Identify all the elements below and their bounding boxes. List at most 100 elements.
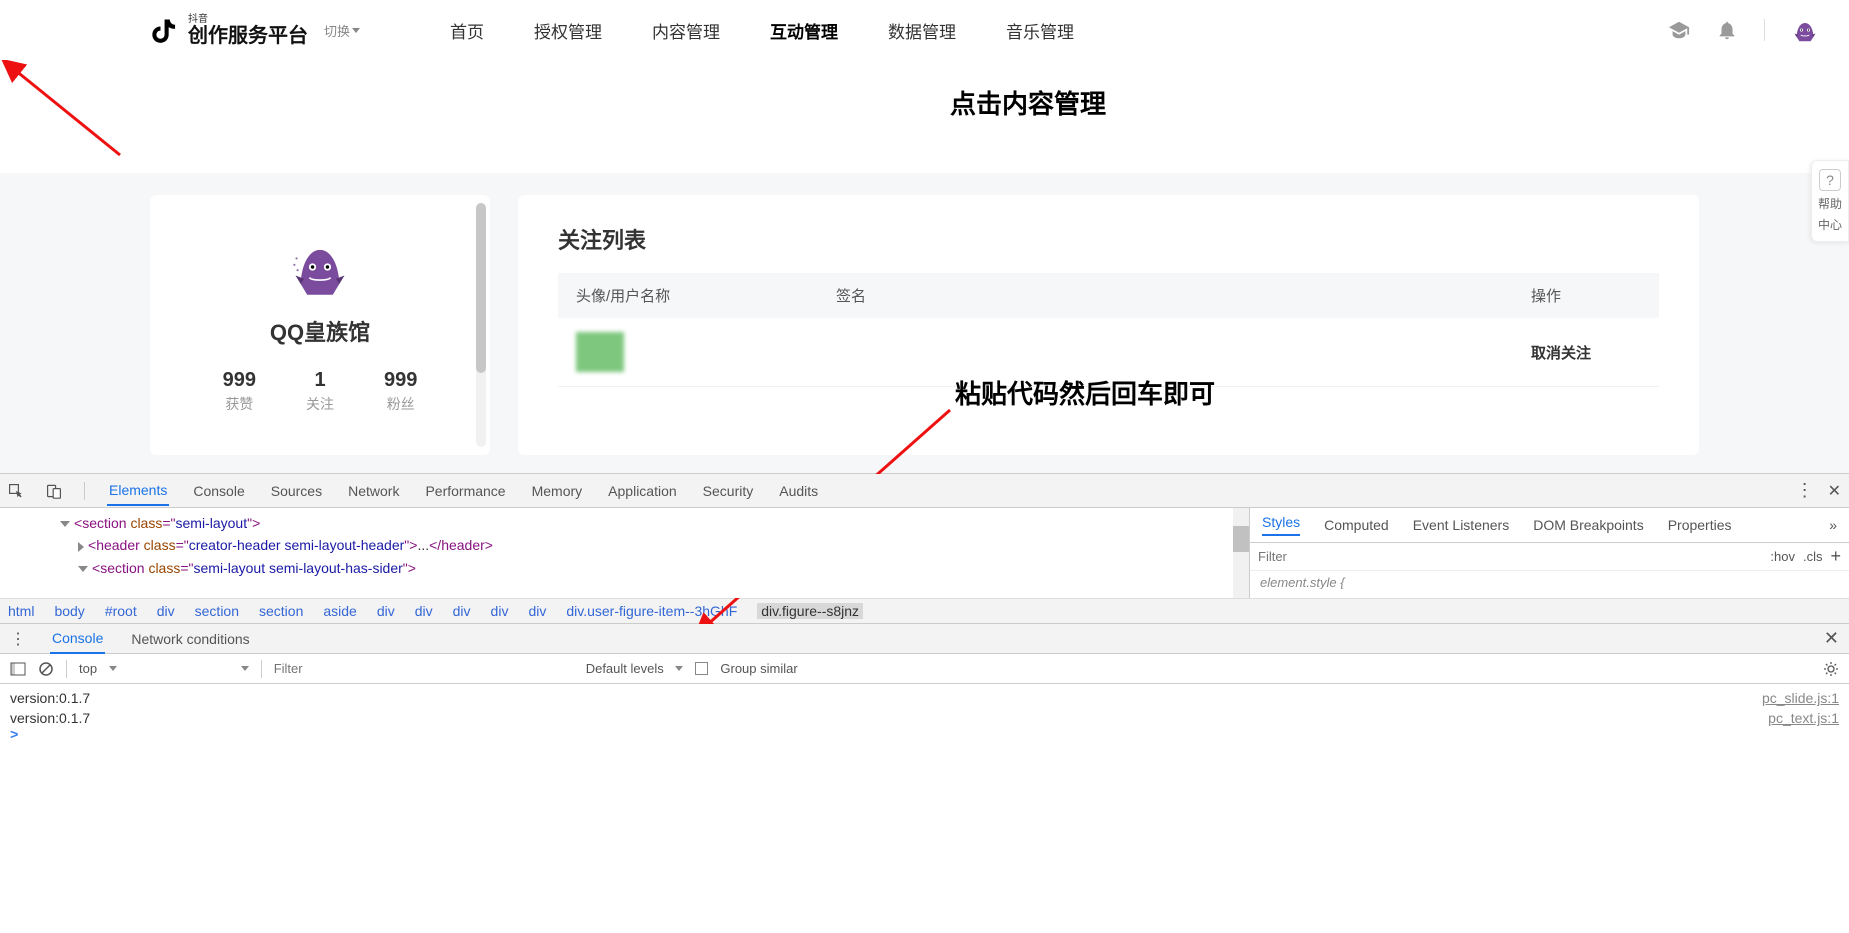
dom-tree[interactable]: <section class="semi-layout"> <header cl… (0, 508, 1249, 598)
help-icon: ? (1819, 169, 1841, 191)
devtools: Elements Console Sources Network Perform… (0, 473, 1849, 933)
stat-followers: 999粉丝 (384, 369, 417, 414)
console-filter-input[interactable] (274, 661, 574, 676)
nav-auth[interactable]: 授权管理 (534, 18, 602, 43)
crumb[interactable]: div (377, 603, 395, 619)
logo-big-text: 创作服务平台 (188, 25, 308, 47)
bell-icon[interactable] (1716, 19, 1738, 41)
unfollow-button[interactable]: 取消关注 (1531, 342, 1641, 363)
tab-elements[interactable]: Elements (107, 476, 169, 506)
nav-data[interactable]: 数据管理 (888, 18, 956, 43)
console-settings-icon[interactable] (1823, 661, 1839, 677)
devtools-tabs: Elements Console Sources Network Perform… (0, 474, 1849, 508)
col-action: 操作 (1531, 285, 1641, 306)
profile-scrollbar[interactable] (476, 203, 486, 447)
console-toolbar: top Default levels Group similar (0, 654, 1849, 684)
tab-security[interactable]: Security (701, 477, 756, 505)
crumb[interactable]: section (195, 603, 239, 619)
tab-audits[interactable]: Audits (777, 477, 820, 505)
arrow-top-icon (0, 60, 140, 170)
styles-more-icon[interactable]: » (1829, 517, 1837, 533)
header-right (1668, 16, 1819, 44)
styles-filter-input[interactable] (1258, 549, 1762, 564)
drawer-kebab-icon[interactable]: ⋮ (10, 629, 26, 649)
styles-body[interactable]: element.style { (1250, 571, 1849, 589)
crumb[interactable]: #root (105, 603, 137, 619)
user-avatar-small[interactable] (1791, 16, 1819, 44)
crumb[interactable]: div (415, 603, 433, 619)
tab-application[interactable]: Application (606, 477, 679, 505)
row-avatar-blurred (576, 332, 624, 372)
clear-console-icon[interactable] (38, 661, 54, 677)
app-header: 抖音 创作服务平台 切换 首页 授权管理 内容管理 互动管理 数据管理 音乐管理 (0, 0, 1849, 60)
crumb-selected[interactable]: div.figure--s8jnz (757, 603, 863, 619)
drawer-close-icon[interactable]: ✕ (1824, 628, 1839, 649)
crumb[interactable]: aside (323, 603, 356, 619)
styles-tab-props[interactable]: Properties (1668, 517, 1732, 533)
sidebar-toggle-icon[interactable] (10, 661, 26, 677)
crumb[interactable]: html (8, 603, 34, 619)
tab-console[interactable]: Console (191, 477, 246, 505)
drawer-tabs: ⋮ Console Network conditions ✕ (0, 624, 1849, 654)
nav-interact[interactable]: 互动管理 (770, 18, 838, 43)
logo-block[interactable]: 抖音 创作服务平台 切换 (150, 14, 360, 47)
group-similar-checkbox[interactable] (695, 662, 708, 675)
annotation-mid: 粘贴代码然后回车即可 (955, 374, 1215, 411)
switch-link[interactable]: 切换 (324, 21, 360, 40)
tab-memory[interactable]: Memory (530, 477, 585, 505)
crumb[interactable]: section (259, 603, 303, 619)
close-devtools-icon[interactable]: ✕ (1828, 481, 1841, 501)
follow-list-card: 关注列表 头像/用户名称 签名 操作 取消关注 (518, 195, 1699, 455)
crumb[interactable]: div (528, 603, 546, 619)
nav-home[interactable]: 首页 (450, 18, 484, 43)
console-line: version:0.1.7pc_text.js:1 (10, 708, 1839, 728)
inspect-icon[interactable] (8, 483, 24, 499)
table-header: 头像/用户名称 签名 操作 (558, 273, 1659, 318)
styles-tab-listeners[interactable]: Event Listeners (1413, 517, 1510, 533)
col-user: 头像/用户名称 (576, 285, 836, 306)
levels-select[interactable]: Default levels (586, 661, 684, 676)
nav-music[interactable]: 音乐管理 (1006, 18, 1074, 43)
help-center-float[interactable]: ? 帮助 中心 (1811, 160, 1849, 242)
drawer-tab-netcond[interactable]: Network conditions (129, 625, 251, 653)
drawer-tab-console[interactable]: Console (50, 624, 105, 654)
main-nav: 首页 授权管理 内容管理 互动管理 数据管理 音乐管理 (450, 18, 1074, 43)
crumb[interactable]: div.user-figure-item--3hGhF (566, 603, 737, 619)
profile-name: QQ皇族馆 (270, 315, 370, 347)
console-body[interactable]: version:0.1.7pc_slide.js:1 version:0.1.7… (0, 684, 1849, 933)
crumb[interactable]: div (157, 603, 175, 619)
crumb[interactable]: div (453, 603, 471, 619)
add-rule-icon[interactable]: + (1830, 546, 1841, 567)
stat-likes: 999获赞 (223, 369, 256, 414)
styles-tab-computed[interactable]: Computed (1324, 517, 1389, 533)
tab-sources[interactable]: Sources (269, 477, 324, 505)
styles-tab-styles[interactable]: Styles (1262, 514, 1300, 536)
graduation-cap-icon[interactable] (1668, 19, 1690, 41)
profile-stats: 999获赞 1关注 999粉丝 (223, 369, 418, 414)
styles-tab-dombp[interactable]: DOM Breakpoints (1533, 517, 1643, 533)
nav-content[interactable]: 内容管理 (652, 18, 720, 43)
annotation-top: 点击内容管理 (950, 84, 1106, 121)
logo-small-text: 抖音 (188, 14, 308, 25)
tab-network[interactable]: Network (346, 477, 401, 505)
console-source-link[interactable]: pc_slide.js:1 (1762, 690, 1839, 706)
console-source-link[interactable]: pc_text.js:1 (1768, 710, 1839, 726)
cls-toggle[interactable]: .cls (1803, 549, 1823, 564)
kebab-icon[interactable]: ⋮ (1796, 480, 1814, 501)
hov-toggle[interactable]: :hov (1770, 549, 1795, 564)
content-area: QQ皇族馆 999获赞 1关注 999粉丝 关注列表 头像/用户名称 签名 操作… (0, 173, 1849, 473)
dom-breadcrumbs: html body #root div section section asid… (0, 598, 1849, 624)
separator (1764, 19, 1765, 41)
crumb[interactable]: body (54, 603, 84, 619)
stat-following: 1关注 (306, 369, 334, 414)
device-toggle-icon[interactable] (46, 483, 62, 499)
devtools-body: <section class="semi-layout"> <header cl… (0, 508, 1849, 598)
follow-list-title: 关注列表 (558, 223, 1659, 255)
context-select[interactable]: top (79, 661, 117, 676)
dom-scrollbar[interactable] (1233, 508, 1249, 598)
crumb[interactable]: div (491, 603, 509, 619)
douyin-logo-icon (150, 16, 178, 44)
console-prompt[interactable]: > (10, 728, 1839, 744)
tab-performance[interactable]: Performance (423, 477, 507, 505)
user-avatar-large (288, 235, 352, 299)
